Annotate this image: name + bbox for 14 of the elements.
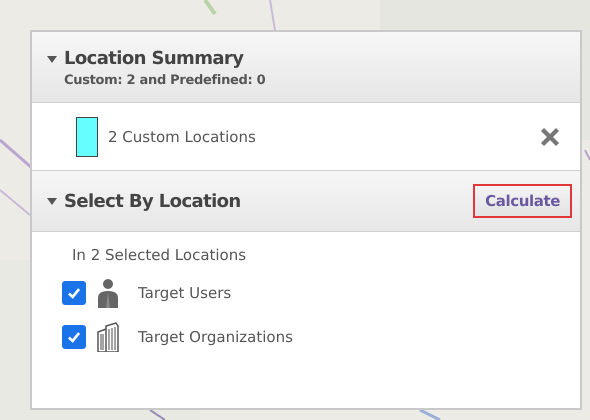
summary-count: Custom: 2 and Predefined: 0 (63, 73, 266, 88)
checkbox[interactable] (62, 325, 86, 349)
section-title: Select By Location (64, 190, 242, 212)
target-label: Target Organizations (138, 328, 293, 346)
collapse-triangle-icon[interactable] (46, 195, 58, 207)
person-icon (96, 278, 120, 308)
selection-caption: In 2 Selected Locations (71, 246, 248, 264)
buildings-icon (96, 322, 120, 352)
close-icon[interactable] (540, 126, 560, 146)
checkbox[interactable] (62, 281, 86, 305)
calculate-button[interactable]: Calculate (473, 184, 572, 218)
location-label: 2 Custom Locations (108, 128, 257, 146)
target-label: Target Users (138, 284, 232, 302)
section-title: Location Summary (64, 48, 244, 69)
